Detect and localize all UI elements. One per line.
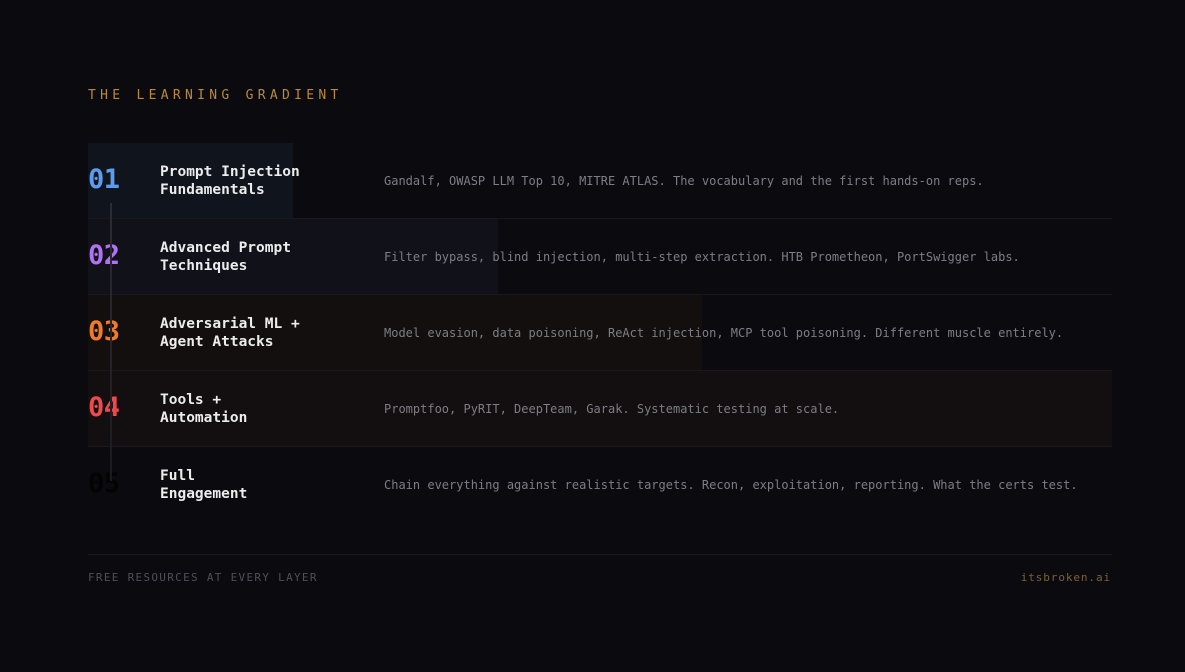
layer-number: 05 [88, 468, 120, 499]
layer-title-line: Adversarial ML + [160, 316, 300, 332]
layer-list: 01 Prompt Injection Fundamentals Gandalf… [88, 143, 1112, 523]
layer-title-line: Fundamentals [160, 182, 265, 198]
layer-number: 02 [88, 240, 120, 271]
layer-title: Advanced Prompt Techniques [160, 239, 370, 275]
layer-row: 05 Full Engagement Chain everything agai… [88, 447, 1112, 523]
layer-row: 01 Prompt Injection Fundamentals Gandalf… [88, 143, 1112, 219]
layer-row: 02 Advanced Prompt Techniques Filter byp… [88, 219, 1112, 295]
layer-description: Promptfoo, PyRIT, DeepTeam, Garak. Syste… [384, 402, 840, 416]
layer-row: 03 Adversarial ML + Agent Attacks Model … [88, 295, 1112, 371]
layer-title-line: Advanced Prompt [160, 240, 291, 256]
layer-title: Tools + Automation [160, 391, 370, 427]
layer-description: Filter bypass, blind injection, multi-st… [384, 250, 1020, 264]
layer-title: Adversarial ML + Agent Attacks [160, 315, 370, 351]
layer-description: Gandalf, OWASP LLM Top 10, MITRE ATLAS. … [384, 174, 984, 188]
layer-description: Chain everything against realistic targe… [384, 478, 1078, 492]
layer-title-line: Techniques [160, 258, 248, 274]
layer-number: 03 [88, 316, 120, 347]
layer-title-line: Automation [160, 410, 248, 426]
layer-title-line: Engagement [160, 486, 248, 502]
layer-row: 04 Tools + Automation Promptfoo, PyRIT, … [88, 371, 1112, 447]
layer-title: Prompt Injection Fundamentals [160, 163, 370, 199]
layer-title: Full Engagement [160, 467, 370, 503]
layer-number: 01 [88, 164, 120, 195]
footer-site-link[interactable]: itsbroken.ai [1021, 571, 1111, 584]
layer-title-line: Tools + [160, 392, 222, 408]
footer-tagline: FREE RESOURCES AT EVERY LAYER [88, 571, 318, 584]
layer-description: Model evasion, data poisoning, ReAct inj… [384, 326, 1064, 340]
layer-number: 04 [88, 392, 120, 423]
learning-gradient-slide: THE LEARNING GRADIENT 01 Prompt Injectio… [0, 0, 1185, 672]
layer-title-line: Full [160, 468, 195, 484]
gradient-spine-line [110, 203, 112, 481]
layer-title-line: Prompt Injection [160, 164, 300, 180]
footer-divider [88, 554, 1112, 555]
section-heading: THE LEARNING GRADIENT [88, 88, 343, 103]
layer-title-line: Agent Attacks [160, 334, 274, 350]
